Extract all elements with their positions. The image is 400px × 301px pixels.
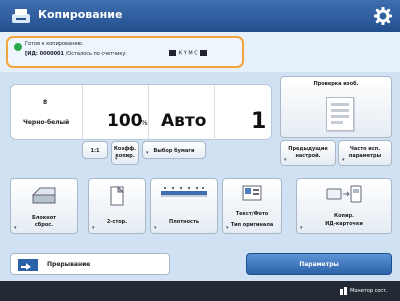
toner-bar-icon [169,50,176,56]
parameters-label: Параметры [299,261,339,268]
scan-sort-button[interactable]: Блокнот сброс. ▾ [10,178,78,234]
title-bar: Копирование [0,0,400,32]
paper-select-button[interactable]: Выбор бумаги ▾ [142,141,206,159]
chevron-down-icon: ▾ [115,156,118,162]
system-monitor-icon[interactable] [340,287,348,295]
id-card-label-1: Копир. [334,213,354,219]
scan-sort-label-2: сброс. [34,222,54,228]
color-mode-number: 8 [43,99,48,106]
page-title: Копирование [38,8,123,21]
copy-ratio-cell[interactable]: 100 % [83,85,149,141]
copy-ratio-label-1: Коэфф. [113,146,137,152]
chevron-down-icon: ▾ [14,225,17,231]
toner-levels: К Y М С [168,50,208,57]
color-mode-label: Черно-белый [23,119,70,126]
status-counter-text: [ИД: 0000001 /Осталось по счетчику: [25,51,127,57]
preview-image-button[interactable]: Проверка изоб. [280,76,392,138]
frequent-settings-button[interactable]: Часто исп. параметры ▾ [338,140,392,166]
previous-settings-label-1: Предыдущие [288,146,328,152]
chevron-down-icon: ▾ [342,157,345,163]
copies-count: 1 [251,109,267,134]
document-preview-icon [326,97,354,131]
bottom-status-bar: Монитор сост. [0,281,400,301]
two-sided-icon [110,185,125,206]
toner-labels: К Y М С [178,50,198,57]
frequent-settings-label-2: параметры [348,153,382,159]
id-card-copy-button[interactable]: Копир. ИД-карточки ▾ [296,178,392,234]
scan-sort-label-1: Блокнот [31,215,57,221]
gear-icon[interactable] [374,7,392,25]
density-button[interactable]: Плотность ▾ [150,178,218,234]
copy-ratio-button[interactable]: Коэфф. копир. ▾ [111,141,139,165]
chevron-down-icon: ▾ [154,225,157,231]
status-indicator-icon [14,43,22,51]
id-card-label-2: ИД-карточки [325,221,363,227]
previous-settings-label-2: настрой. [295,153,321,159]
status-message-box: Готов к копированию. [ИД: 0000001 /Остал… [6,36,244,68]
density-label: Плотность [168,219,200,225]
original-type-value: Текст/Фото [235,211,269,217]
one-to-one-label: 1:1 [90,148,100,154]
scanner-icon [31,187,56,204]
chevron-down-icon: ▾ [284,157,287,163]
chevron-down-icon: ▾ [226,225,229,231]
preview-label: Проверка изоб. [313,81,359,87]
interrupt-icon [18,259,38,271]
interrupt-label: Прерывание [47,261,91,268]
chevron-down-icon: ▾ [300,225,303,231]
paper-select-cell[interactable]: Авто [149,85,215,141]
status-message: Готов к копированию. [25,41,84,47]
copy-settings-panel: 8 Черно-белый 100 % Авто 1 [10,84,273,141]
interrupt-button[interactable]: Прерывание [10,253,170,275]
paper-select-label: Выбор бумаги [153,148,195,154]
copy-ratio-value: 100 [107,111,143,131]
text-photo-icon [242,185,262,201]
chevron-down-icon: ▾ [146,150,149,156]
frequent-settings-label-1: Часто исп. [349,146,381,152]
copy-ratio-unit: % [141,119,148,127]
id-card-icon [326,185,362,203]
toner-bar-icon [200,50,208,56]
previous-settings-button[interactable]: Предыдущие настрой. ▾ [280,140,336,166]
one-to-one-button[interactable]: 1:1 [82,141,108,159]
status-id-code: [ИД: 0000001 [25,51,65,57]
chevron-down-icon: ▾ [92,225,95,231]
status-counter-label: /Осталось по счетчику: [65,51,127,57]
original-type-label: Тип оригинала [230,222,274,228]
system-monitor-label[interactable]: Монитор сост. [350,288,388,294]
parameters-button[interactable]: Параметры [246,253,392,275]
color-mode-cell[interactable]: 8 Черно-белый [11,85,83,141]
density-icon [161,187,207,197]
two-sided-label: 2-стор. [106,219,128,225]
original-type-button[interactable]: Текст/Фото Тип оригинала ▾ [222,178,282,234]
two-sided-button[interactable]: 2-стор. ▾ [88,178,146,234]
copies-cell[interactable]: 1 [215,85,273,141]
paper-value: Авто [161,111,207,131]
copy-icon [12,9,30,23]
